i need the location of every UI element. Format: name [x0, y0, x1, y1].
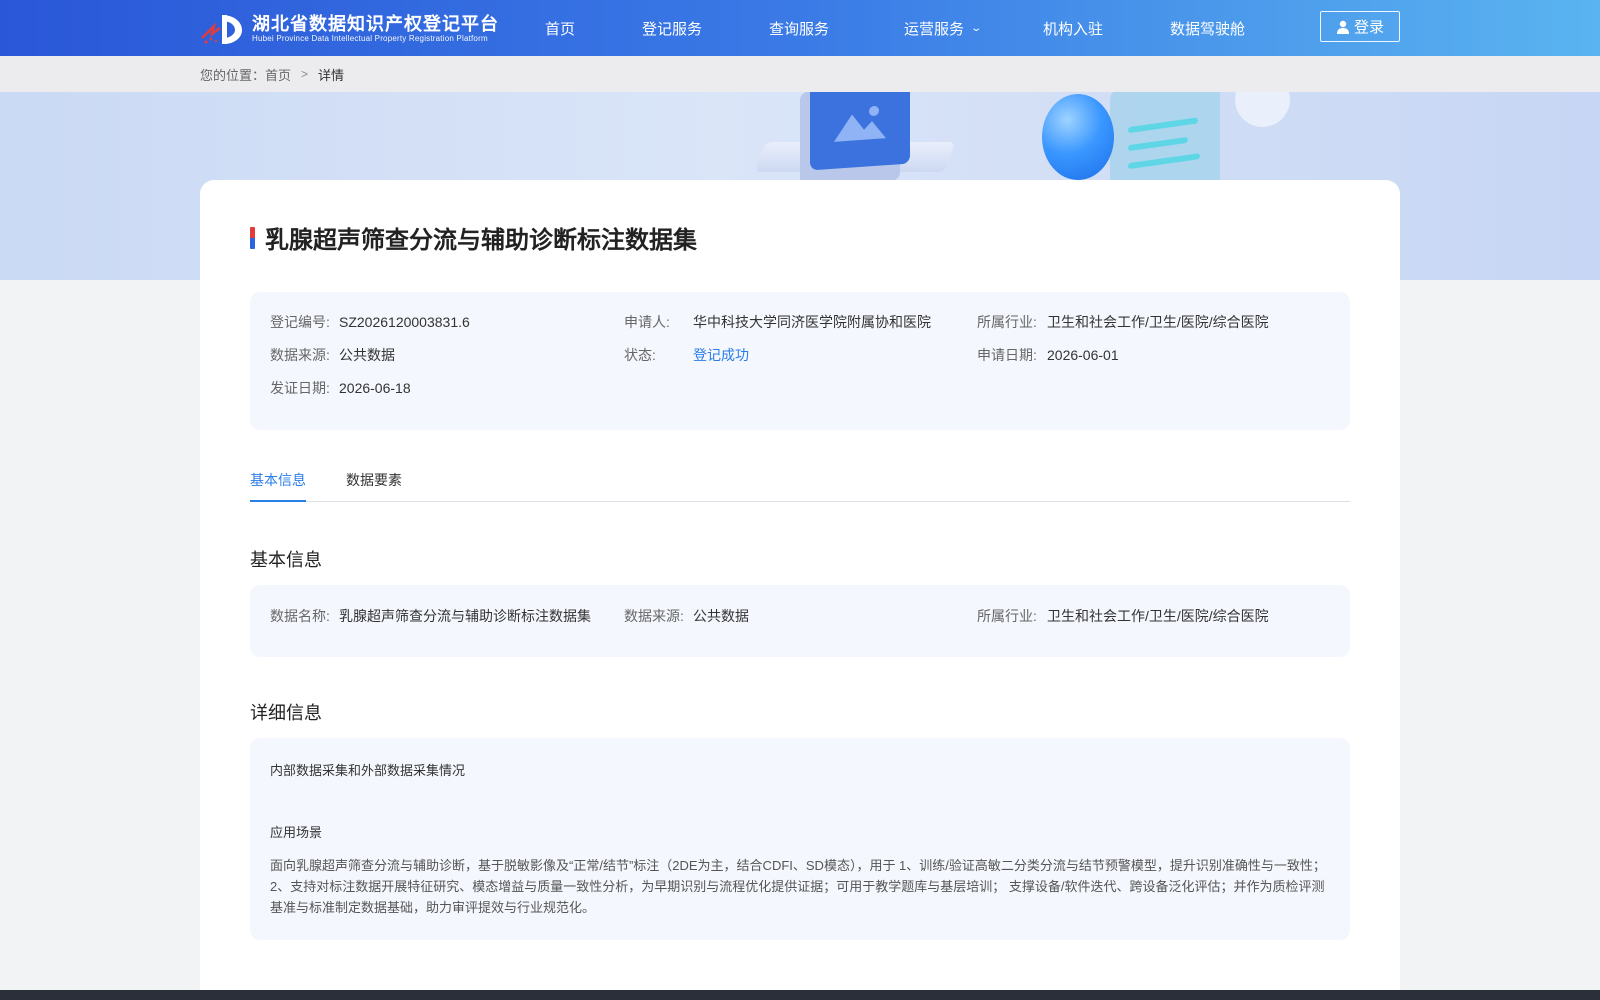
source-value: 公共数据 [339, 347, 395, 363]
detail-tabs: 基本信息 数据要素 [250, 462, 1350, 502]
logo-subtitle: Hubei Province Data Intellectual Propert… [252, 34, 488, 43]
field-applicant: 申请人: 华中科技大学同济医学院附属协和医院 [624, 313, 931, 331]
logo-title: 湖北省数据知识产权登记平台 [252, 14, 499, 34]
breadcrumb-home-link[interactable]: 首页 [265, 65, 291, 84]
apply-date-value: 2026-06-01 [1047, 347, 1119, 363]
field-apply-date: 申请日期: 2026-06-01 [977, 346, 1119, 364]
title-accent-icon [250, 226, 255, 249]
banner-sphere-graphic [1042, 94, 1114, 180]
basic-industry-value: 卫生和社会工作/卫生/医院/综合医院 [1047, 608, 1269, 624]
nav-query-service[interactable]: 查询服务 [769, 18, 829, 39]
nav-registration-label: 登记服务 [642, 20, 703, 38]
breadcrumb-prefix: 您的位置： [200, 67, 266, 83]
detail-info-panel: 内部数据采集和外部数据采集情况 应用场景 面向乳腺超声筛查分流与辅助诊断，基于脱… [250, 738, 1350, 940]
reg-no-label: 登记编号: [270, 314, 330, 330]
login-button[interactable]: 登录 [1320, 11, 1400, 42]
scenario-subtitle: 应用场景 [270, 825, 323, 840]
detail-info-heading: 详细信息 [250, 703, 322, 723]
tab-basic-info[interactable]: 基本信息 [250, 462, 306, 502]
scenario-paragraph: 面向乳腺超声筛查分流与辅助诊断，基于脱敏影像及“正常/结节”标注（2DE为主，结… [270, 858, 1326, 915]
nav-registration-service[interactable]: 登记服务 [642, 18, 702, 39]
nav-institution-join[interactable]: 机构入驻 [1043, 18, 1103, 39]
tab-data-elements[interactable]: 数据要素 [346, 462, 402, 502]
field-status: 状态: 登记成功 [624, 346, 749, 364]
nav-home[interactable]: 首页 [545, 18, 575, 39]
chevron-right-icon: > [301, 67, 309, 81]
data-name-label: 数据名称: [270, 608, 330, 624]
industry-label: 所属行业: [977, 314, 1037, 330]
chevron-down-icon: ⌄ [970, 22, 983, 34]
site-logo[interactable]: 湖北省数据知识产权登记平台 Hubei Province Data Intell… [200, 12, 499, 46]
issue-date-label: 发证日期: [270, 380, 330, 396]
nav-operation-label: 运营服务 [904, 20, 965, 38]
nav-data-cockpit[interactable]: 数据驾驶舱 [1170, 18, 1245, 39]
applicant-label: 申请人: [624, 314, 670, 330]
industry-value: 卫生和社会工作/卫生/医院/综合医院 [1047, 314, 1269, 330]
reg-no-value: SZ2026120003831.6 [339, 314, 470, 330]
logo-emblem-icon [200, 12, 246, 46]
field-data-name: 数据名称: 乳腺超声筛查分流与辅助诊断标注数据集 [270, 607, 591, 625]
detail-card: 乳腺超声筛查分流与辅助诊断标注数据集 登记编号: SZ2026120003831… [200, 180, 1400, 990]
basic-info-heading: 基本信息 [250, 550, 322, 570]
basic-source-value: 公共数据 [693, 608, 749, 624]
status-label: 状态: [624, 347, 656, 363]
field-source: 数据来源: 公共数据 [270, 346, 395, 364]
data-name-value: 乳腺超声筛查分流与辅助诊断标注数据集 [339, 608, 591, 624]
title-row: 乳腺超声筛查分流与辅助诊断标注数据集 [250, 220, 697, 255]
top-header: 湖北省数据知识产权登记平台 Hubei Province Data Intell… [0, 0, 1600, 56]
summary-panel: 登记编号: SZ2026120003831.6 申请人: 华中科技大学同济医学院… [250, 292, 1350, 430]
field-issue-date: 发证日期: 2026-06-18 [270, 379, 411, 397]
applicant-value: 华中科技大学同济医学院附属协和医院 [693, 314, 931, 330]
user-icon [1336, 20, 1349, 34]
field-reg-no: 登记编号: SZ2026120003831.6 [270, 313, 470, 331]
issue-date-value: 2026-06-18 [339, 380, 411, 396]
breadcrumb: 您的位置： 首页 > 详情 [200, 56, 344, 92]
nav-home-label: 首页 [545, 20, 576, 38]
field-industry: 所属行业: 卫生和社会工作/卫生/医院/综合医院 [977, 313, 1269, 331]
field-basic-source: 数据来源: 公共数据 [624, 607, 749, 625]
source-label: 数据来源: [270, 347, 330, 363]
collection-subtitle: 内部数据采集和外部数据采集情况 [270, 763, 466, 778]
nav-institution-label: 机构入驻 [1043, 20, 1104, 38]
nav-operation-service[interactable]: 运营服务 ⌄ [904, 18, 983, 39]
apply-date-label: 申请日期: [977, 347, 1037, 363]
login-label: 登录 [1353, 19, 1384, 36]
field-basic-industry: 所属行业: 卫生和社会工作/卫生/医院/综合医院 [977, 607, 1269, 625]
breadcrumb-bar: 您的位置： 首页 > 详情 [0, 56, 1600, 92]
breadcrumb-current: 详情 [318, 67, 345, 83]
basic-source-label: 数据来源: [624, 608, 684, 624]
status-badge: 登记成功 [693, 347, 749, 363]
nav-cockpit-label: 数据驾驶舱 [1170, 20, 1246, 38]
page-title: 乳腺超声筛查分流与辅助诊断标注数据集 [265, 227, 697, 254]
basic-info-panel: 数据名称: 乳腺超声筛查分流与辅助诊断标注数据集 数据来源: 公共数据 所属行业… [250, 585, 1350, 657]
basic-industry-label: 所属行业: [977, 608, 1037, 624]
banner-bubble-graphic [1235, 92, 1290, 127]
footer-bar [0, 990, 1600, 1000]
image-icon [810, 92, 910, 171]
nav-query-label: 查询服务 [769, 20, 830, 38]
